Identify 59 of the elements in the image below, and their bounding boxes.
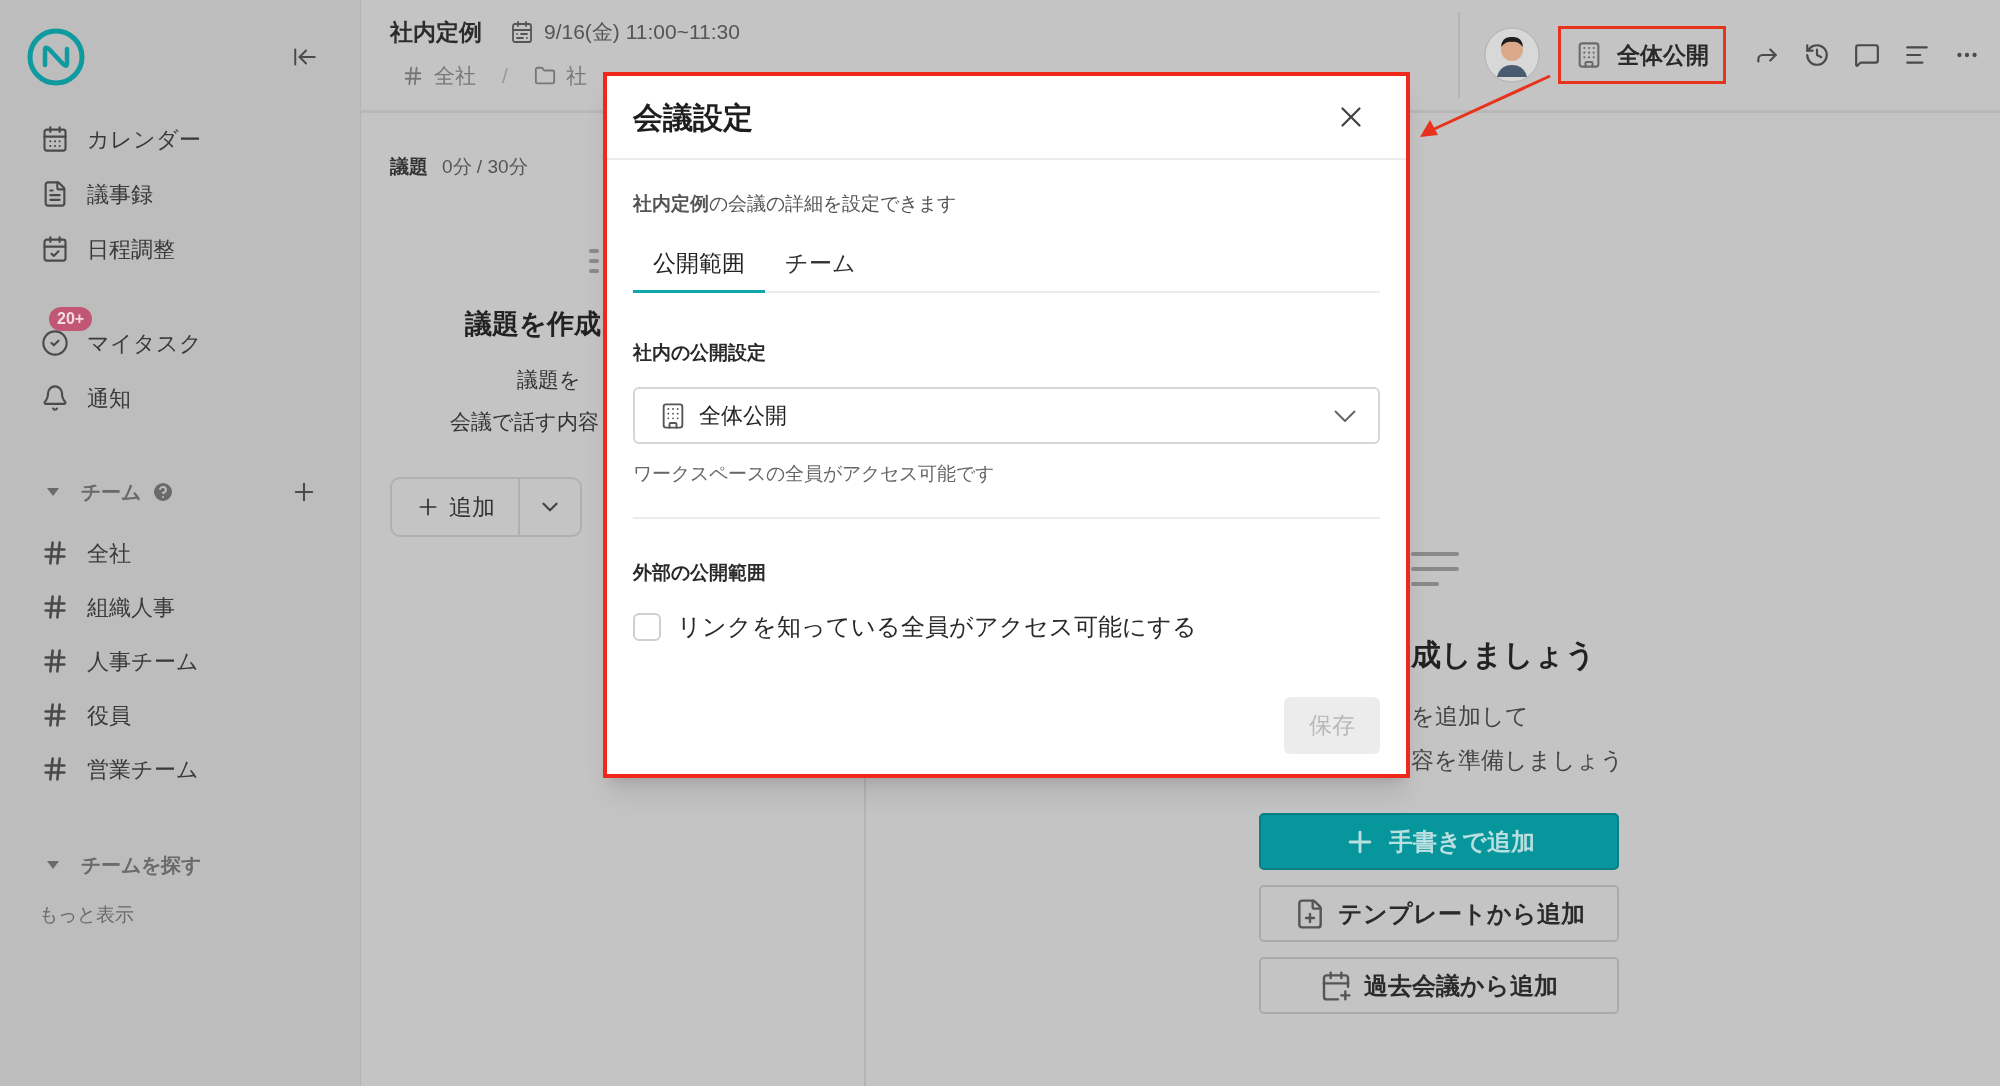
calendar-plus-icon	[1320, 969, 1352, 1002]
help-icon[interactable]	[151, 480, 175, 504]
avatar[interactable]	[1484, 27, 1540, 83]
hash-icon	[41, 701, 69, 729]
dialog-tab[interactable]: 公開範囲	[633, 236, 765, 293]
template-add-button[interactable]: テンプレートから追加	[1259, 885, 1619, 942]
sidebar-item[interactable]: 通知	[0, 374, 360, 422]
history-icon[interactable]	[1804, 42, 1830, 68]
count-badge: 20+	[49, 307, 93, 331]
hash-icon	[402, 65, 424, 87]
logo-icon	[27, 28, 85, 86]
caret-icon[interactable]	[46, 487, 60, 497]
breadcrumb-separator: /	[502, 63, 508, 90]
share-link-checkbox[interactable]: リンクを知っている全員がアクセス可能にする	[633, 609, 1197, 645]
team-channel[interactable]: 営業チーム	[0, 745, 360, 793]
empty-description: を追加して	[1411, 702, 1529, 731]
sidebar-item[interactable]: カレンダー	[0, 115, 360, 163]
empty-title: 議題を作成	[465, 307, 601, 341]
checkbox[interactable]	[633, 613, 661, 641]
hash-icon	[41, 539, 69, 567]
empty-description: 議題を	[517, 367, 581, 393]
visibility-button[interactable]: 全体公開	[1558, 26, 1726, 84]
caret-icon[interactable]	[46, 860, 60, 870]
team-channel[interactable]: 全社	[0, 529, 360, 577]
team-channel[interactable]: 人事チーム	[0, 637, 360, 685]
past-meeting-add-button[interactable]: 過去会議から追加	[1259, 957, 1619, 1014]
meeting-title: 社内定例	[390, 17, 482, 47]
lines-icon	[1411, 551, 1459, 587]
calendar-icon	[510, 20, 534, 44]
dialog-description: 社内定例の会議の詳細を設定できます	[633, 192, 957, 216]
dialog-tab[interactable]: チーム	[765, 236, 876, 293]
team-channel[interactable]: 組織人事	[0, 583, 360, 631]
section-heading: チーム	[81, 480, 141, 505]
check-circle-icon	[41, 329, 69, 357]
chevron-down-icon	[1334, 409, 1356, 422]
empty-title: 成しましょう	[1411, 637, 1596, 673]
team-channel[interactable]: 役員	[0, 691, 360, 739]
hash-icon	[41, 647, 69, 675]
section-heading: 外部の公開範囲	[633, 560, 767, 585]
calendar-icon	[41, 125, 69, 153]
dialog-title: 会議設定	[633, 99, 753, 136]
agenda-label: 議題	[390, 155, 428, 179]
meeting-datetime: 9/16(金) 11:00~11:30	[544, 19, 740, 46]
section-heading: 社内の公開設定	[633, 340, 767, 365]
sidebar-item[interactable]: 議事録	[0, 170, 360, 218]
comment-icon[interactable]	[1854, 42, 1880, 68]
calendar-icon	[41, 235, 69, 263]
lines-icon	[589, 247, 599, 274]
sidebar-item[interactable]: 日程調整	[0, 225, 360, 273]
empty-description: 会議で話す内容	[450, 408, 599, 435]
bell-icon	[41, 384, 69, 412]
visibility-select[interactable]: 全体公開	[633, 387, 1380, 444]
agenda-time: 0分 / 30分	[442, 155, 528, 179]
helper-text: ワークスペースの全員がアクセス可能です	[633, 462, 995, 486]
hash-icon	[41, 755, 69, 783]
hash-icon	[41, 593, 69, 621]
select-value: 全体公開	[699, 402, 787, 430]
empty-description: 容を準備しましょう	[1411, 745, 1624, 775]
folder-icon	[533, 65, 556, 87]
